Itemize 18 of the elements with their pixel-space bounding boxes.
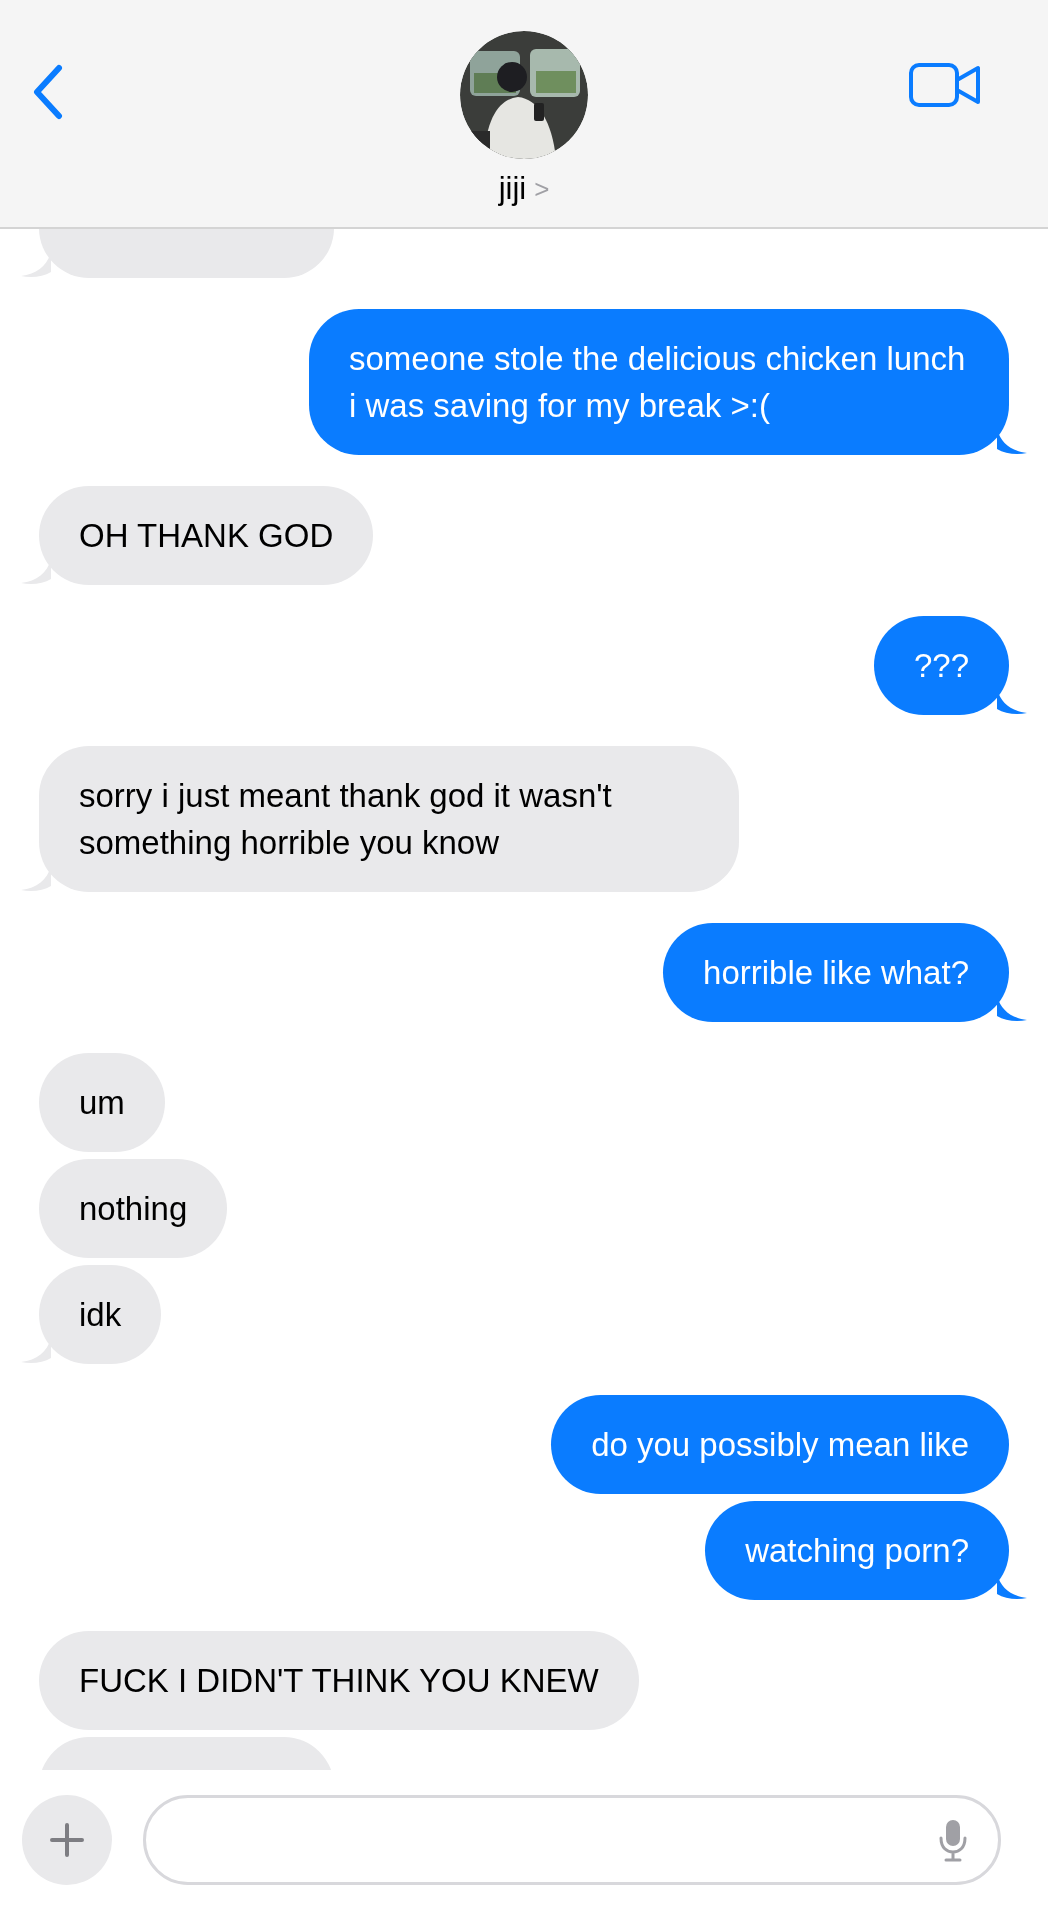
- back-icon: [31, 64, 65, 120]
- message-bubble: OH THANK GOD: [39, 486, 374, 585]
- message-input-field[interactable]: [143, 1795, 1001, 1885]
- message-bubble: idk: [39, 1265, 162, 1364]
- contact-name[interactable]: jiji >: [498, 173, 550, 204]
- message-bubble: nothing: [39, 1159, 228, 1258]
- message-bubble: FUCK I DIDN'T THINK YOU KNEW: [39, 1631, 639, 1730]
- message-bubble: um: [39, 1053, 165, 1152]
- video-camera-icon: [908, 62, 982, 108]
- message-bubble: do you possibly mean like: [551, 1395, 1009, 1494]
- message-bubble: ???: [873, 616, 1009, 715]
- message-bubble: someone stole the delicious chicken lunch i was saving for my break >:(: [309, 309, 1009, 455]
- message-bubble: horrible like what?: [663, 923, 1009, 1022]
- message-bubble: sorry i just meant thank god it wasn't something horrible you know: [39, 746, 739, 892]
- video-call-button[interactable]: [908, 62, 982, 108]
- microphone-icon[interactable]: [938, 1818, 968, 1862]
- plus-icon: [49, 1822, 85, 1858]
- message-bubble: watching porn?: [705, 1501, 1009, 1600]
